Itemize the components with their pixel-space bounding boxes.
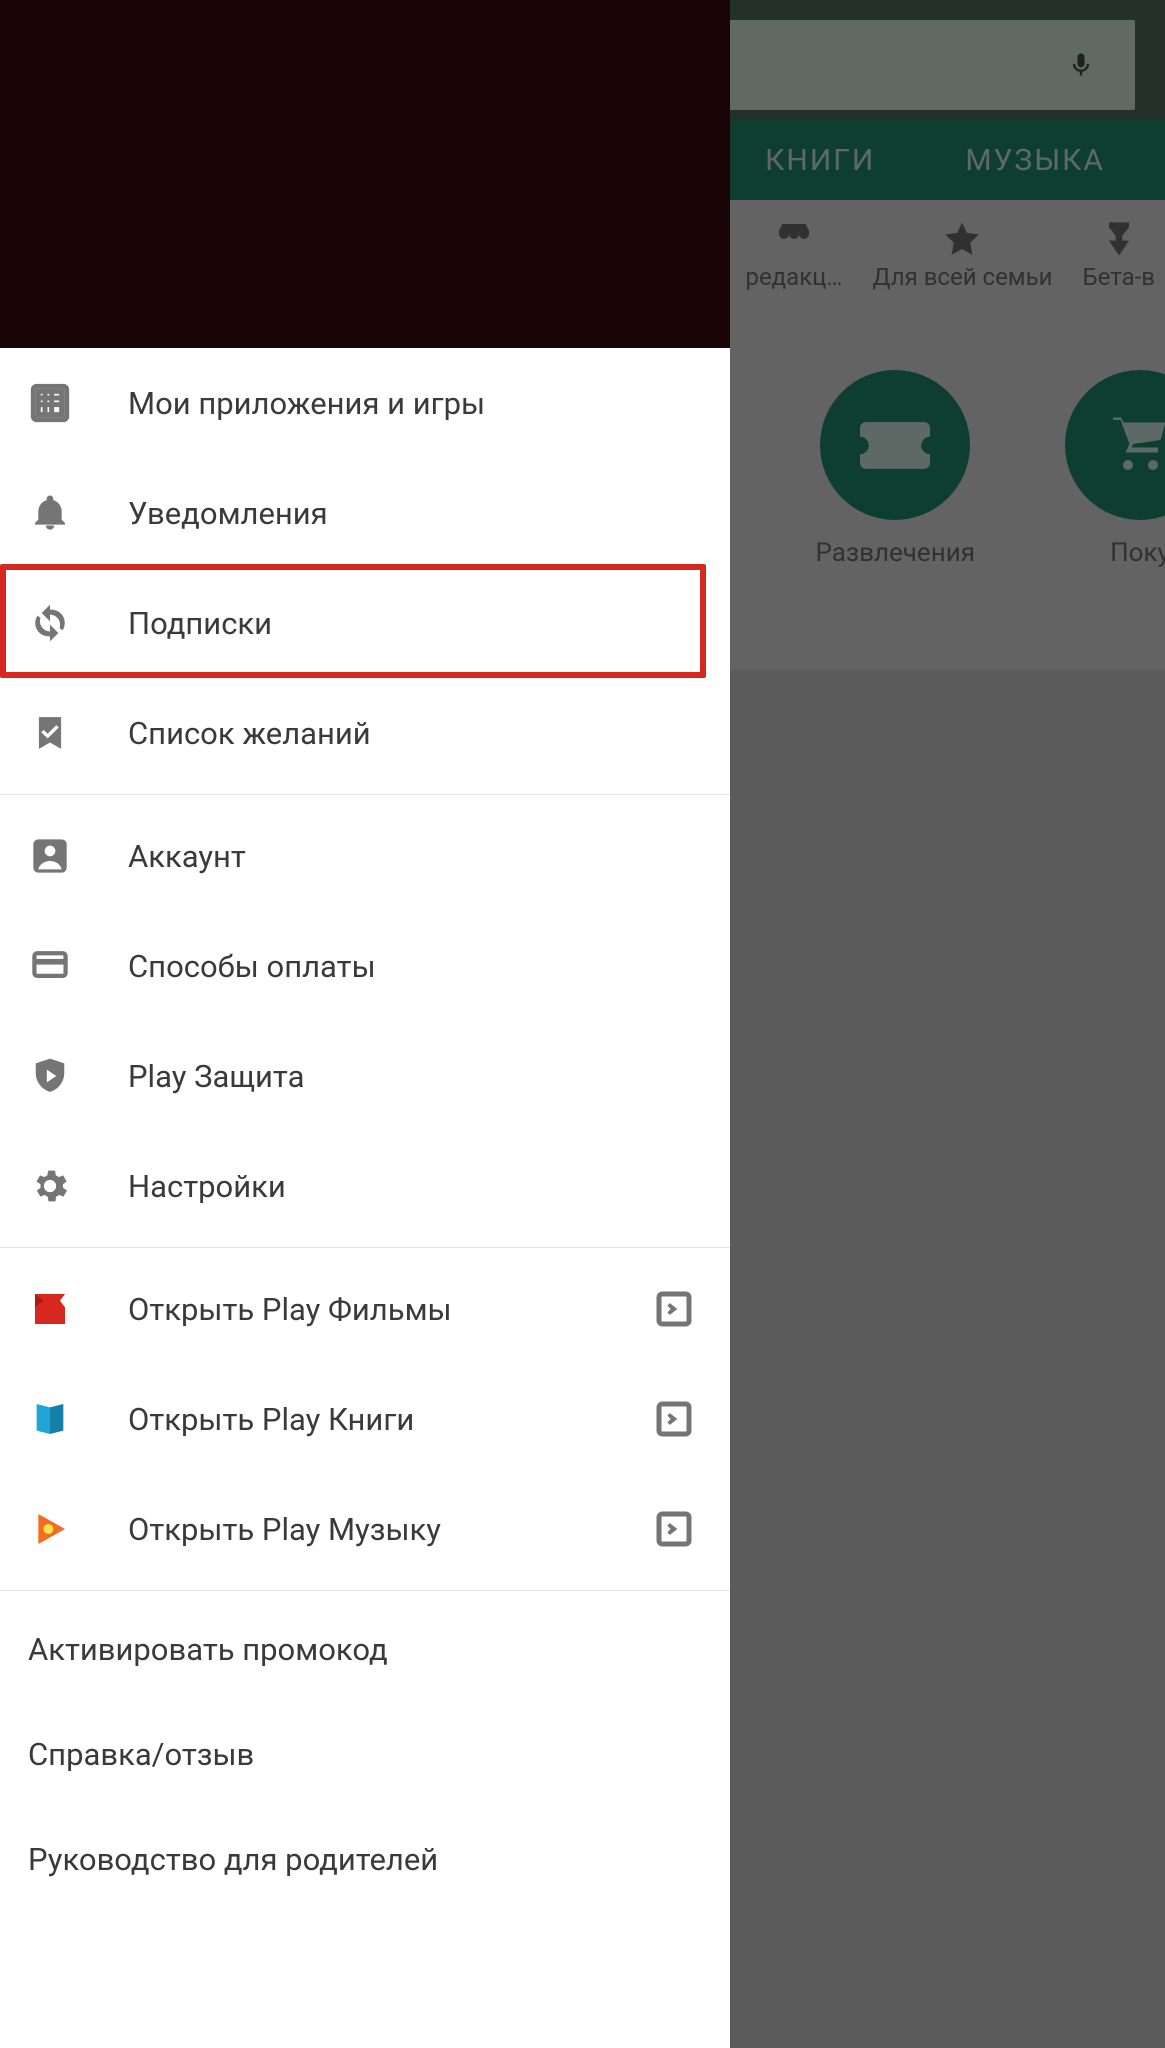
refresh-icon (28, 601, 72, 645)
play-music-icon (28, 1507, 72, 1551)
nav-wishlist[interactable]: Список желаний (0, 678, 730, 788)
nav-label: Способы оплаты (128, 948, 730, 985)
chip-label: редакц… (745, 263, 842, 291)
nav-open-music[interactable]: Открыть Play Музыку (0, 1474, 730, 1584)
nav-open-movies[interactable]: Открыть Play Фильмы (0, 1254, 730, 1364)
account-icon (28, 834, 72, 878)
nav-open-books[interactable]: Открыть Play Книги (0, 1364, 730, 1474)
navigation-drawer: Мои приложения и игры Уведомления Подпис… (0, 348, 730, 2048)
chip-label: Для всей семьи (872, 263, 1052, 291)
nav-label: Мои приложения и игры (128, 385, 730, 422)
mic-icon[interactable] (1067, 43, 1095, 87)
nav-label: Настройки (128, 1168, 730, 1205)
divider (0, 1590, 730, 1591)
nav-label: Открыть Play Музыку (128, 1511, 598, 1548)
nav-label: Руководство для родителей (28, 1841, 438, 1878)
tab-music[interactable]: МУЗЫКА (965, 143, 1105, 178)
card-icon (28, 944, 72, 988)
bookmark-check-icon (28, 711, 72, 755)
nav-settings[interactable]: Настройки (0, 1131, 730, 1241)
divider (0, 794, 730, 795)
chip-beta[interactable]: Бета-в (1083, 219, 1156, 291)
nav-my-apps[interactable]: Мои приложения и игры (0, 348, 730, 458)
ticket-icon (860, 418, 930, 473)
nav-label: Справка/отзыв (28, 1736, 254, 1773)
nav-notifications[interactable]: Уведомления (0, 458, 730, 568)
category-entertainment[interactable]: Развлечения (816, 370, 976, 568)
play-books-icon (28, 1397, 72, 1441)
gear-icon (28, 1164, 72, 1208)
nav-promo[interactable]: Активировать промокод (0, 1597, 730, 1702)
shield-play-icon (28, 1054, 72, 1098)
nav-label: Уведомления (128, 495, 730, 532)
category-shopping[interactable]: Поку (1065, 370, 1165, 568)
nav-payment[interactable]: Способы оплаты (0, 911, 730, 1021)
nav-label: Подписки (128, 605, 730, 642)
chip-editors[interactable]: редакц… (745, 219, 842, 291)
nav-label: Открыть Play Фильмы (128, 1291, 598, 1328)
badge-icon (774, 219, 814, 259)
nav-parents-guide[interactable]: Руководство для родителей (0, 1807, 730, 1912)
bell-icon (28, 491, 72, 535)
nav-protect[interactable]: Play Защита (0, 1021, 730, 1131)
open-external-icon (654, 1289, 694, 1329)
nav-help[interactable]: Справка/отзыв (0, 1702, 730, 1807)
nav-label: Список желаний (128, 715, 730, 752)
nav-subscriptions[interactable]: Подписки (0, 568, 730, 678)
tab-books[interactable]: КНИГИ (765, 143, 875, 178)
drawer-header (0, 0, 730, 348)
open-external-icon (654, 1509, 694, 1549)
nav-label: Активировать промокод (28, 1631, 388, 1668)
divider (0, 1247, 730, 1248)
nav-label: Аккаунт (128, 838, 730, 875)
nav-label: Открыть Play Книги (128, 1401, 598, 1438)
open-external-icon (654, 1399, 694, 1439)
play-movies-icon (28, 1287, 72, 1331)
nav-label: Play Защита (128, 1058, 730, 1095)
category-label: Развлечения (816, 538, 976, 568)
cart-icon (1108, 415, 1165, 475)
apps-icon (28, 381, 72, 425)
flask-icon (1099, 219, 1139, 259)
chip-family[interactable]: Для всей семьи (872, 219, 1052, 291)
star-icon (942, 219, 982, 259)
nav-account[interactable]: Аккаунт (0, 801, 730, 911)
chip-label: Бета-в (1083, 263, 1156, 291)
category-label: Поку (1110, 538, 1165, 568)
